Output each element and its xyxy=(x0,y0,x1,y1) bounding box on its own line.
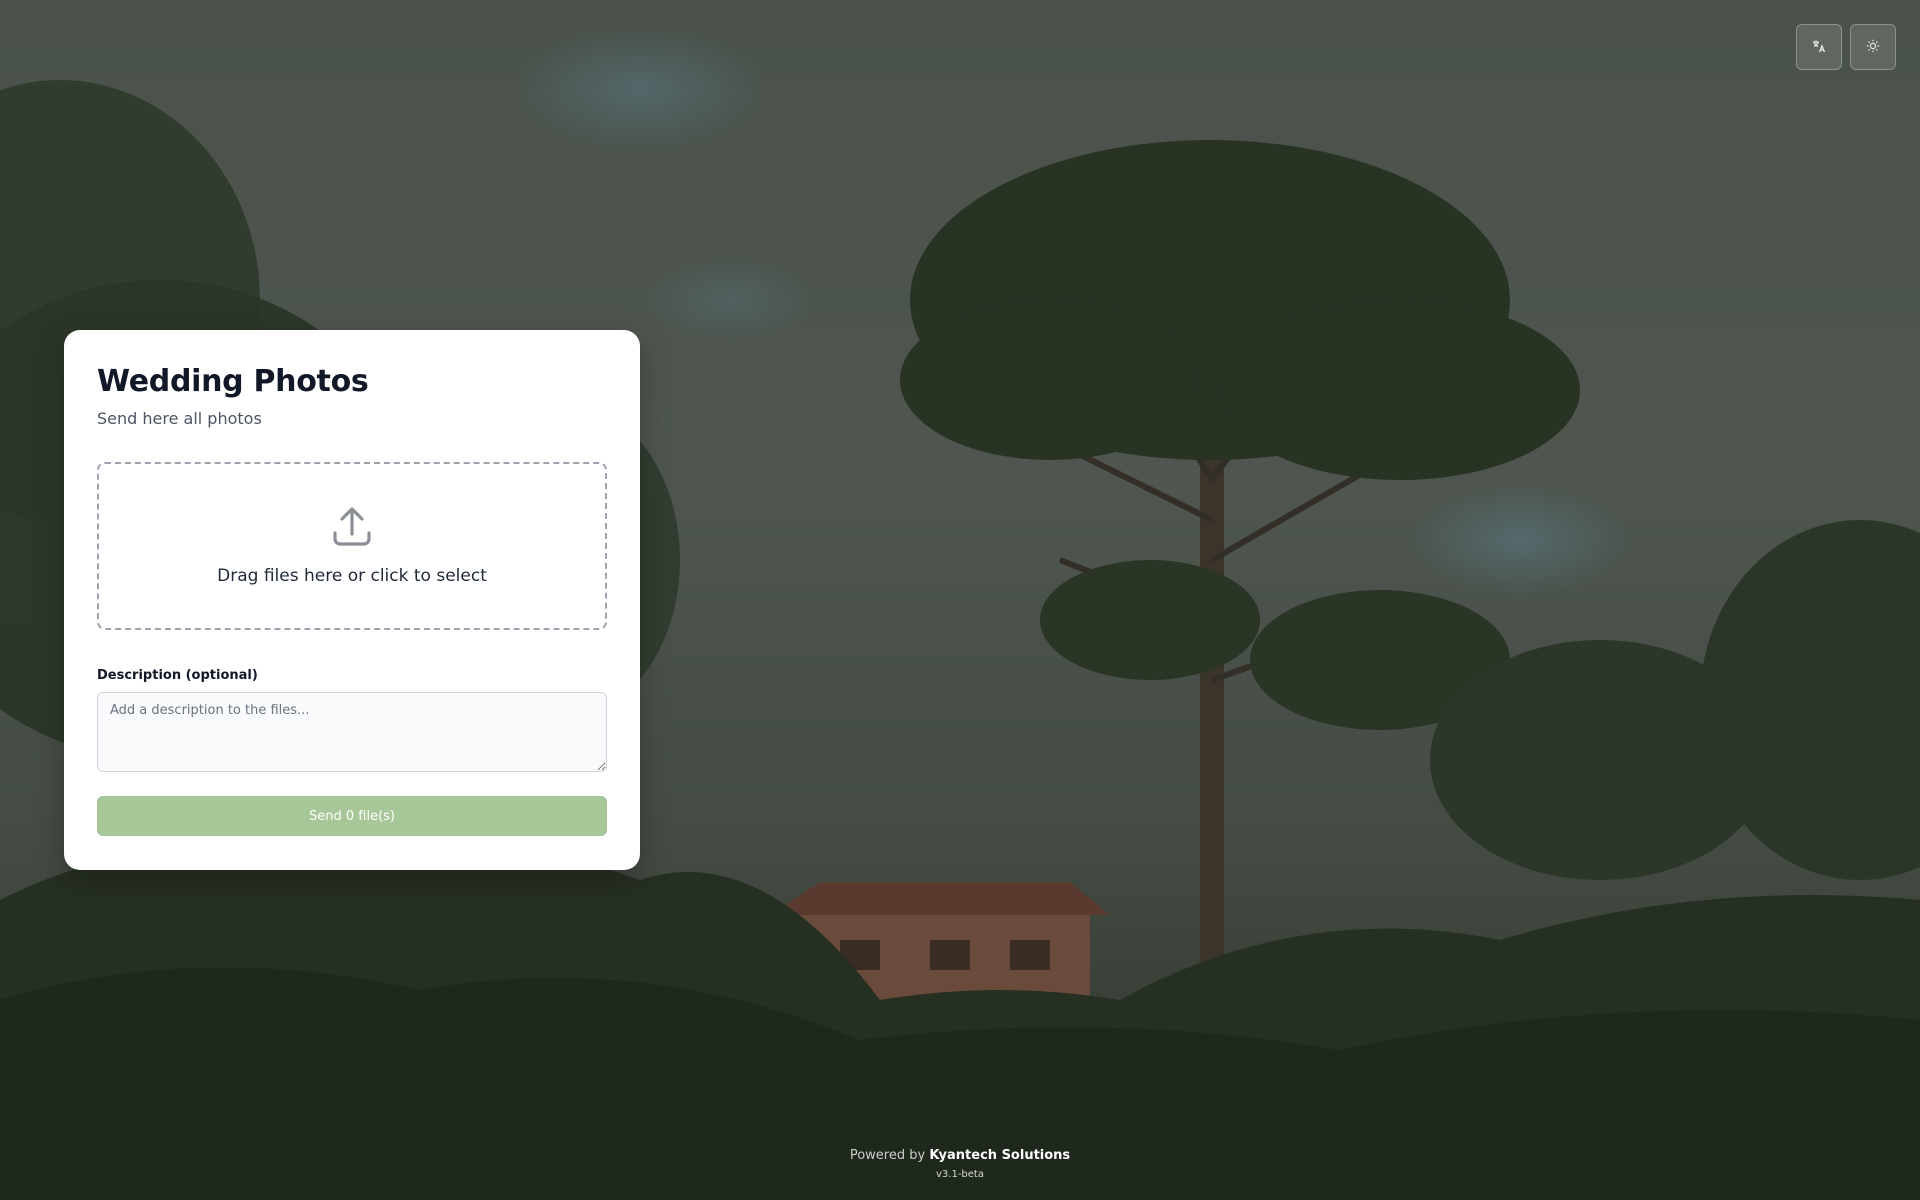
powered-by: Powered by Kyantech Solutions xyxy=(0,1148,1920,1163)
page-subtitle: Send here all photos xyxy=(97,409,262,428)
sun-icon xyxy=(1866,39,1880,56)
version-label: v3.1-beta xyxy=(936,1169,984,1180)
send-files-button[interactable]: Send 0 file(s) xyxy=(97,796,607,836)
file-dropzone[interactable]: Drag files here or click to select xyxy=(97,462,607,630)
brand-link[interactable]: Kyantech Solutions xyxy=(929,1148,1070,1163)
description-input[interactable] xyxy=(97,692,607,772)
footer: Powered by Kyantech Solutions v3.1-beta xyxy=(0,1148,1920,1180)
description-label: Description (optional) xyxy=(97,668,258,683)
upload-card: Wedding Photos Send here all photos Drag… xyxy=(64,330,640,870)
language-button[interactable] xyxy=(1796,24,1842,70)
theme-toggle-button[interactable] xyxy=(1850,24,1896,70)
dropzone-text: Drag files here or click to select xyxy=(217,566,487,586)
powered-by-text: Powered by xyxy=(849,1148,926,1163)
page-title: Wedding Photos xyxy=(97,364,369,399)
translate-icon xyxy=(1812,39,1826,56)
upload-icon xyxy=(332,506,372,552)
